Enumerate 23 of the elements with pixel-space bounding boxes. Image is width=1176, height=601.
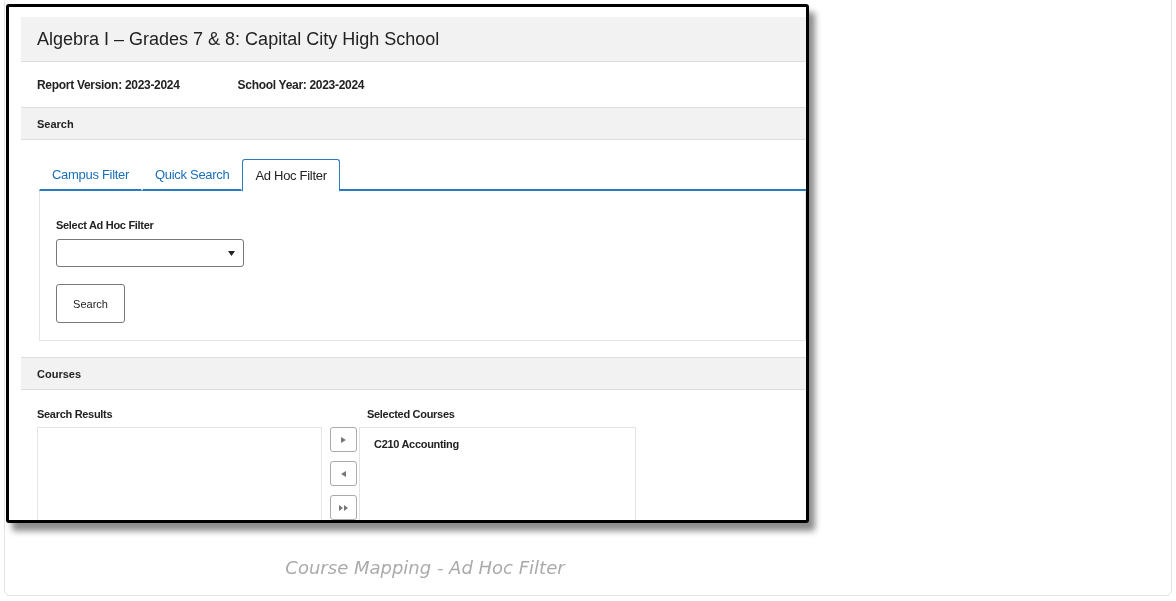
move-right-button[interactable]: [330, 427, 357, 452]
list-label: Search Results: [37, 408, 114, 422]
list-item[interactable]: C210 Accounting: [374, 438, 635, 450]
report-info-label: Report Version: 2023-2024: [37, 77, 180, 92]
list-label: Selected Courses: [367, 408, 456, 422]
double-arrow-icon: [339, 504, 348, 511]
section-title: Search: [37, 117, 74, 130]
selected-courses-list[interactable]: C210 Accounting: [359, 427, 636, 520]
tab[interactable]: Campus Filter: [39, 158, 142, 191]
left-arrow-icon: [341, 470, 346, 477]
section-title: Courses: [37, 367, 82, 380]
caret-icon: [228, 250, 235, 256]
right-arrow-icon: [341, 436, 346, 443]
window-title: Algebra I – Grades 7 & 8: Capital City High School: [37, 28, 440, 50]
move-left-button[interactable]: [330, 461, 357, 486]
move-all-button[interactable]: [330, 495, 357, 520]
report-info-label: School Year: 2023-2024: [237, 77, 365, 92]
dropdown-field[interactable]: [56, 239, 244, 267]
search-button[interactable]: Search: [56, 284, 125, 323]
figure-caption: Course Mapping - Ad Hoc Filter: [284, 557, 567, 578]
field-label: Select Ad Hoc Filter: [56, 219, 154, 231]
tab[interactable]: Quick Search: [142, 158, 243, 191]
tab[interactable]: Ad Hoc Filter: [242, 159, 340, 192]
